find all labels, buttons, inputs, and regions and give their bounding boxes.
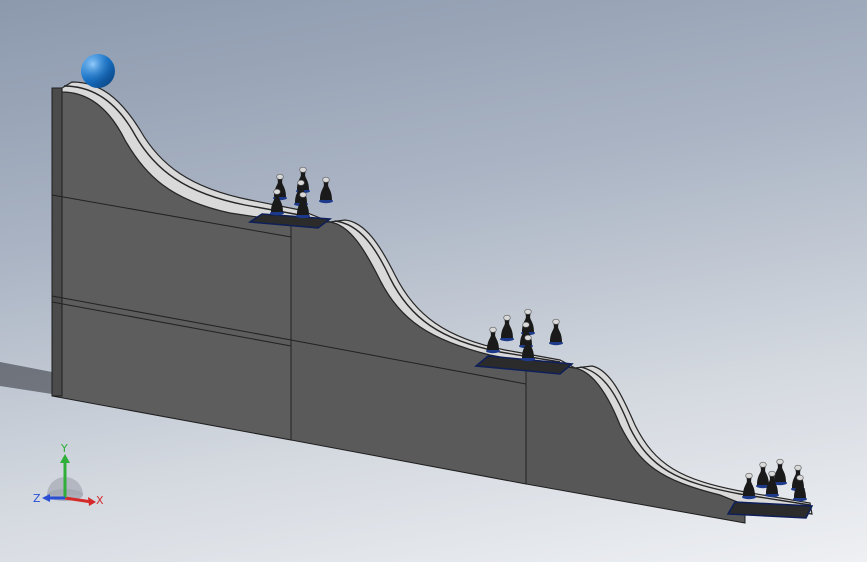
bowling-pin[interactable] (742, 472, 756, 500)
pin-body (501, 319, 513, 338)
wall-left-face (51, 87, 63, 397)
pin-head (776, 458, 784, 465)
pin-head (796, 474, 804, 481)
pin-head (524, 334, 532, 341)
bowling-ball[interactable] (81, 54, 115, 88)
pin-head (503, 314, 511, 321)
model-scene[interactable] (0, 0, 867, 562)
pin-head (276, 173, 284, 180)
pin-body (743, 477, 755, 496)
pin-head (273, 188, 281, 195)
y-axis-label: Y (60, 442, 68, 455)
bowling-pin[interactable] (319, 176, 333, 204)
coordinate-triad[interactable]: X Y Z (30, 440, 110, 515)
pin-head (552, 318, 560, 325)
wall-section-1 (51, 87, 292, 441)
pin-head (297, 179, 305, 186)
pin-group-3[interactable] (742, 458, 807, 502)
pin-body (320, 181, 332, 200)
pin-head (299, 191, 307, 198)
pin-head (524, 308, 532, 315)
pin-body (487, 331, 499, 350)
z-axis-label: Z (33, 492, 41, 505)
pin-head (745, 472, 753, 479)
pin-group-1[interactable] (270, 166, 333, 219)
pin-head (759, 461, 767, 468)
ball-highlight (81, 54, 115, 88)
pin-body (550, 323, 562, 342)
pin-head (522, 321, 530, 328)
pin-head (794, 464, 802, 471)
bowling-pin[interactable] (486, 326, 500, 354)
x-axis-line (64, 496, 93, 504)
pin-head (299, 166, 307, 173)
floor-shadow (0, 362, 52, 394)
bowling-pin[interactable] (549, 318, 563, 346)
graphics-viewport[interactable]: X Y Z (0, 0, 867, 562)
pin-body (757, 466, 769, 485)
x-axis-label: X (96, 494, 104, 507)
pin-head (768, 470, 776, 477)
y-axis-arrow (60, 454, 70, 463)
pin-body (774, 463, 786, 482)
z-axis-arrow (42, 494, 50, 502)
x-axis-arrow (88, 497, 96, 506)
pin-head (322, 176, 330, 183)
pin-head (489, 326, 497, 333)
bowling-pin[interactable] (500, 314, 514, 342)
